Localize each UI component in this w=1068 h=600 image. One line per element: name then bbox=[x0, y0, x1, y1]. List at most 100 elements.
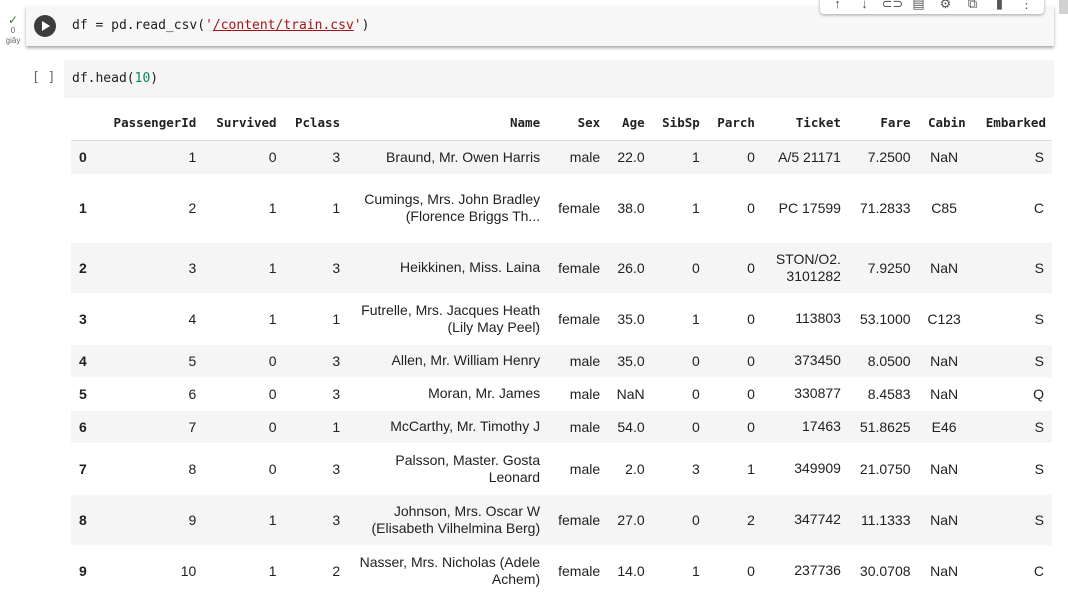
cell-passengerid: 7 bbox=[97, 410, 203, 444]
cell-passengerid: 1 bbox=[97, 140, 203, 175]
cell-embarked: S bbox=[971, 344, 1052, 378]
code-editor[interactable]: df = pd.read_csv('/content/train.csv') bbox=[72, 18, 369, 33]
cell-pclass: 1 bbox=[282, 293, 347, 345]
cell-pclass: 1 bbox=[282, 410, 347, 444]
cell-prompt[interactable]: [ ] bbox=[32, 70, 55, 85]
row-index: 8 bbox=[71, 494, 97, 546]
cell-passengerid: 3 bbox=[97, 242, 203, 294]
cell-name: Palsson, Master. Gosta Leonard bbox=[346, 443, 547, 495]
cell-sex: male bbox=[546, 140, 607, 175]
cell-sibsp: 1 bbox=[650, 174, 706, 243]
cell-embarked: S bbox=[971, 410, 1052, 444]
execution-status: ✓ 0 giây bbox=[2, 14, 24, 46]
cell-sex: female bbox=[546, 242, 607, 294]
cell-name: Allen, Mr. William Henry bbox=[346, 344, 547, 378]
execution-time-unit: giây bbox=[5, 36, 21, 45]
run-cell-button[interactable] bbox=[34, 15, 56, 37]
cell-passengerid: 8 bbox=[97, 443, 203, 495]
row-index: 4 bbox=[71, 344, 97, 378]
column-header-index bbox=[71, 106, 97, 141]
cell-age: 27.0 bbox=[606, 494, 651, 546]
cell-ticket: 17463 bbox=[760, 410, 847, 444]
cell-embarked: S bbox=[971, 443, 1052, 495]
cell-pclass: 1 bbox=[282, 174, 347, 243]
table-row: 0 1 0 3 Braund, Mr. Owen Harris male 22.… bbox=[71, 140, 1052, 175]
cell-age: 35.0 bbox=[606, 344, 651, 378]
cell-name: Futrelle, Mrs. Jacques Heath (Lily May P… bbox=[346, 293, 547, 345]
cell-sex: female bbox=[546, 174, 607, 243]
cell-name: Heikkinen, Miss. Laina bbox=[346, 242, 547, 294]
column-header-cabin: Cabin bbox=[916, 106, 972, 141]
cell-cabin: NaN bbox=[916, 344, 972, 378]
row-index: 9 bbox=[71, 545, 97, 597]
cell-survived: 1 bbox=[202, 494, 283, 546]
cell-survived: 1 bbox=[202, 174, 283, 243]
row-index: 2 bbox=[71, 242, 97, 294]
cell-sex: female bbox=[546, 545, 607, 597]
link-icon[interactable]: ⊂⊃ bbox=[882, 0, 904, 11]
csv-path-link[interactable]: /content/train.csv bbox=[213, 18, 354, 33]
column-header-survived: Survived bbox=[202, 106, 283, 141]
row-index: 5 bbox=[71, 377, 97, 411]
cell-passengerid: 5 bbox=[97, 344, 203, 378]
arrow-down-icon[interactable]: ↓ bbox=[855, 0, 875, 11]
arrow-up-icon[interactable]: ↑ bbox=[828, 0, 848, 11]
cell-cabin: NaN bbox=[916, 545, 972, 597]
cell-cabin: C123 bbox=[916, 293, 972, 345]
cell-pclass: 3 bbox=[282, 140, 347, 175]
row-index: 0 bbox=[71, 140, 97, 175]
table-row: 2 3 1 3 Heikkinen, Miss. Laina female 26… bbox=[71, 242, 1052, 294]
cell-ticket: 373450 bbox=[760, 344, 847, 378]
row-index: 1 bbox=[71, 174, 97, 243]
cell-pclass: 3 bbox=[282, 377, 347, 411]
cell-age: 35.0 bbox=[606, 293, 651, 345]
cell-pclass: 3 bbox=[282, 443, 347, 495]
column-header-embarked: Embarked bbox=[971, 106, 1052, 141]
cell-sex: male bbox=[546, 410, 607, 444]
table-row: 3 4 1 1 Futrelle, Mrs. Jacques Heath (Li… bbox=[71, 293, 1052, 345]
code-cell-head[interactable]: df.head(10) bbox=[64, 60, 1054, 98]
table-row: 1 2 1 1 Cumings, Mrs. John Bradley (Flor… bbox=[71, 174, 1052, 243]
execution-time: 0 bbox=[10, 26, 16, 35]
cell-pclass: 3 bbox=[282, 242, 347, 294]
cell-parch: 0 bbox=[705, 293, 761, 345]
cell-sex: male bbox=[546, 377, 607, 411]
cell-ticket: 330877 bbox=[760, 377, 847, 411]
cell-survived: 1 bbox=[202, 242, 283, 294]
cell-sex: female bbox=[546, 293, 607, 345]
cell-ticket: 347742 bbox=[760, 494, 847, 546]
table-row: 8 9 1 3 Johnson, Mrs. Oscar W (Elisabeth… bbox=[71, 494, 1052, 546]
code-editor[interactable]: df.head(10) bbox=[72, 71, 158, 86]
cell-embarked: S bbox=[971, 293, 1052, 345]
column-header-ticket: Ticket bbox=[760, 106, 847, 141]
cell-parch: 0 bbox=[705, 377, 761, 411]
cell-name: Cumings, Mrs. John Bradley (Florence Bri… bbox=[346, 174, 547, 243]
cell-age: 38.0 bbox=[606, 174, 651, 243]
cell-sex: male bbox=[546, 443, 607, 495]
cell-sibsp: 0 bbox=[650, 410, 706, 444]
cell-survived: 1 bbox=[202, 293, 283, 345]
cell-fare: 7.9250 bbox=[846, 242, 917, 294]
cell-embarked: S bbox=[971, 242, 1052, 294]
string-quote: ' bbox=[205, 18, 213, 33]
table-row: 6 7 0 1 McCarthy, Mr. Timothy J male 54.… bbox=[71, 410, 1052, 444]
cell-survived: 0 bbox=[202, 344, 283, 378]
comment-icon[interactable]: ▤ bbox=[909, 0, 929, 11]
cell-cabin: NaN bbox=[916, 494, 972, 546]
cell-age: 14.0 bbox=[606, 545, 651, 597]
cell-age: 22.0 bbox=[606, 140, 651, 175]
cell-fare: 8.0500 bbox=[846, 344, 917, 378]
scrollbar-thumb[interactable] bbox=[1059, 0, 1068, 14]
cell-fare: 71.2833 bbox=[846, 174, 917, 243]
cell-age: 54.0 bbox=[606, 410, 651, 444]
cell-name: Braund, Mr. Owen Harris bbox=[346, 140, 547, 175]
mirror-cell-icon[interactable]: ⧉ bbox=[963, 0, 983, 11]
cell-sibsp: 1 bbox=[650, 545, 706, 597]
cell-parch: 0 bbox=[705, 140, 761, 175]
cell-embarked: Q bbox=[971, 377, 1052, 411]
more-options-icon[interactable]: ⋮ bbox=[1017, 0, 1037, 11]
column-header-age: Age bbox=[606, 106, 651, 141]
gear-icon[interactable]: ⚙ bbox=[936, 0, 956, 11]
cell-parch: 1 bbox=[705, 443, 761, 495]
delete-icon[interactable]: ▮ bbox=[990, 0, 1010, 11]
